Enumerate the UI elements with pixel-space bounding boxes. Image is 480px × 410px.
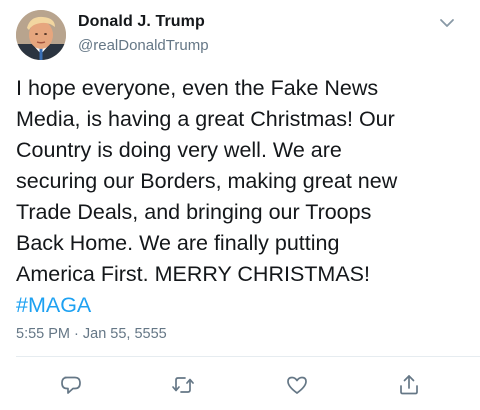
retweet-icon[interactable] — [170, 372, 196, 398]
heart-icon[interactable] — [284, 372, 310, 398]
divider — [16, 356, 480, 357]
avatar[interactable] — [16, 10, 66, 60]
tweet-body: I hope everyone, even the Fake News Medi… — [16, 76, 398, 286]
chevron-down-icon[interactable] — [438, 16, 456, 30]
author-handle[interactable]: @realDonaldTrump — [78, 37, 209, 54]
tweet-text: I hope everyone, even the Fake News Medi… — [16, 73, 466, 321]
share-icon[interactable] — [396, 372, 422, 398]
timestamp[interactable]: 5:55 PM · Jan 55, 5555 — [16, 326, 167, 342]
reply-icon[interactable] — [58, 372, 84, 398]
author-name[interactable]: Donald J. Trump — [78, 13, 205, 31]
hashtag-link[interactable]: #MAGA — [16, 293, 91, 317]
tweet-card: Donald J. Trump @realDonaldTrump I hope … — [0, 0, 480, 410]
action-bar — [0, 372, 480, 398]
